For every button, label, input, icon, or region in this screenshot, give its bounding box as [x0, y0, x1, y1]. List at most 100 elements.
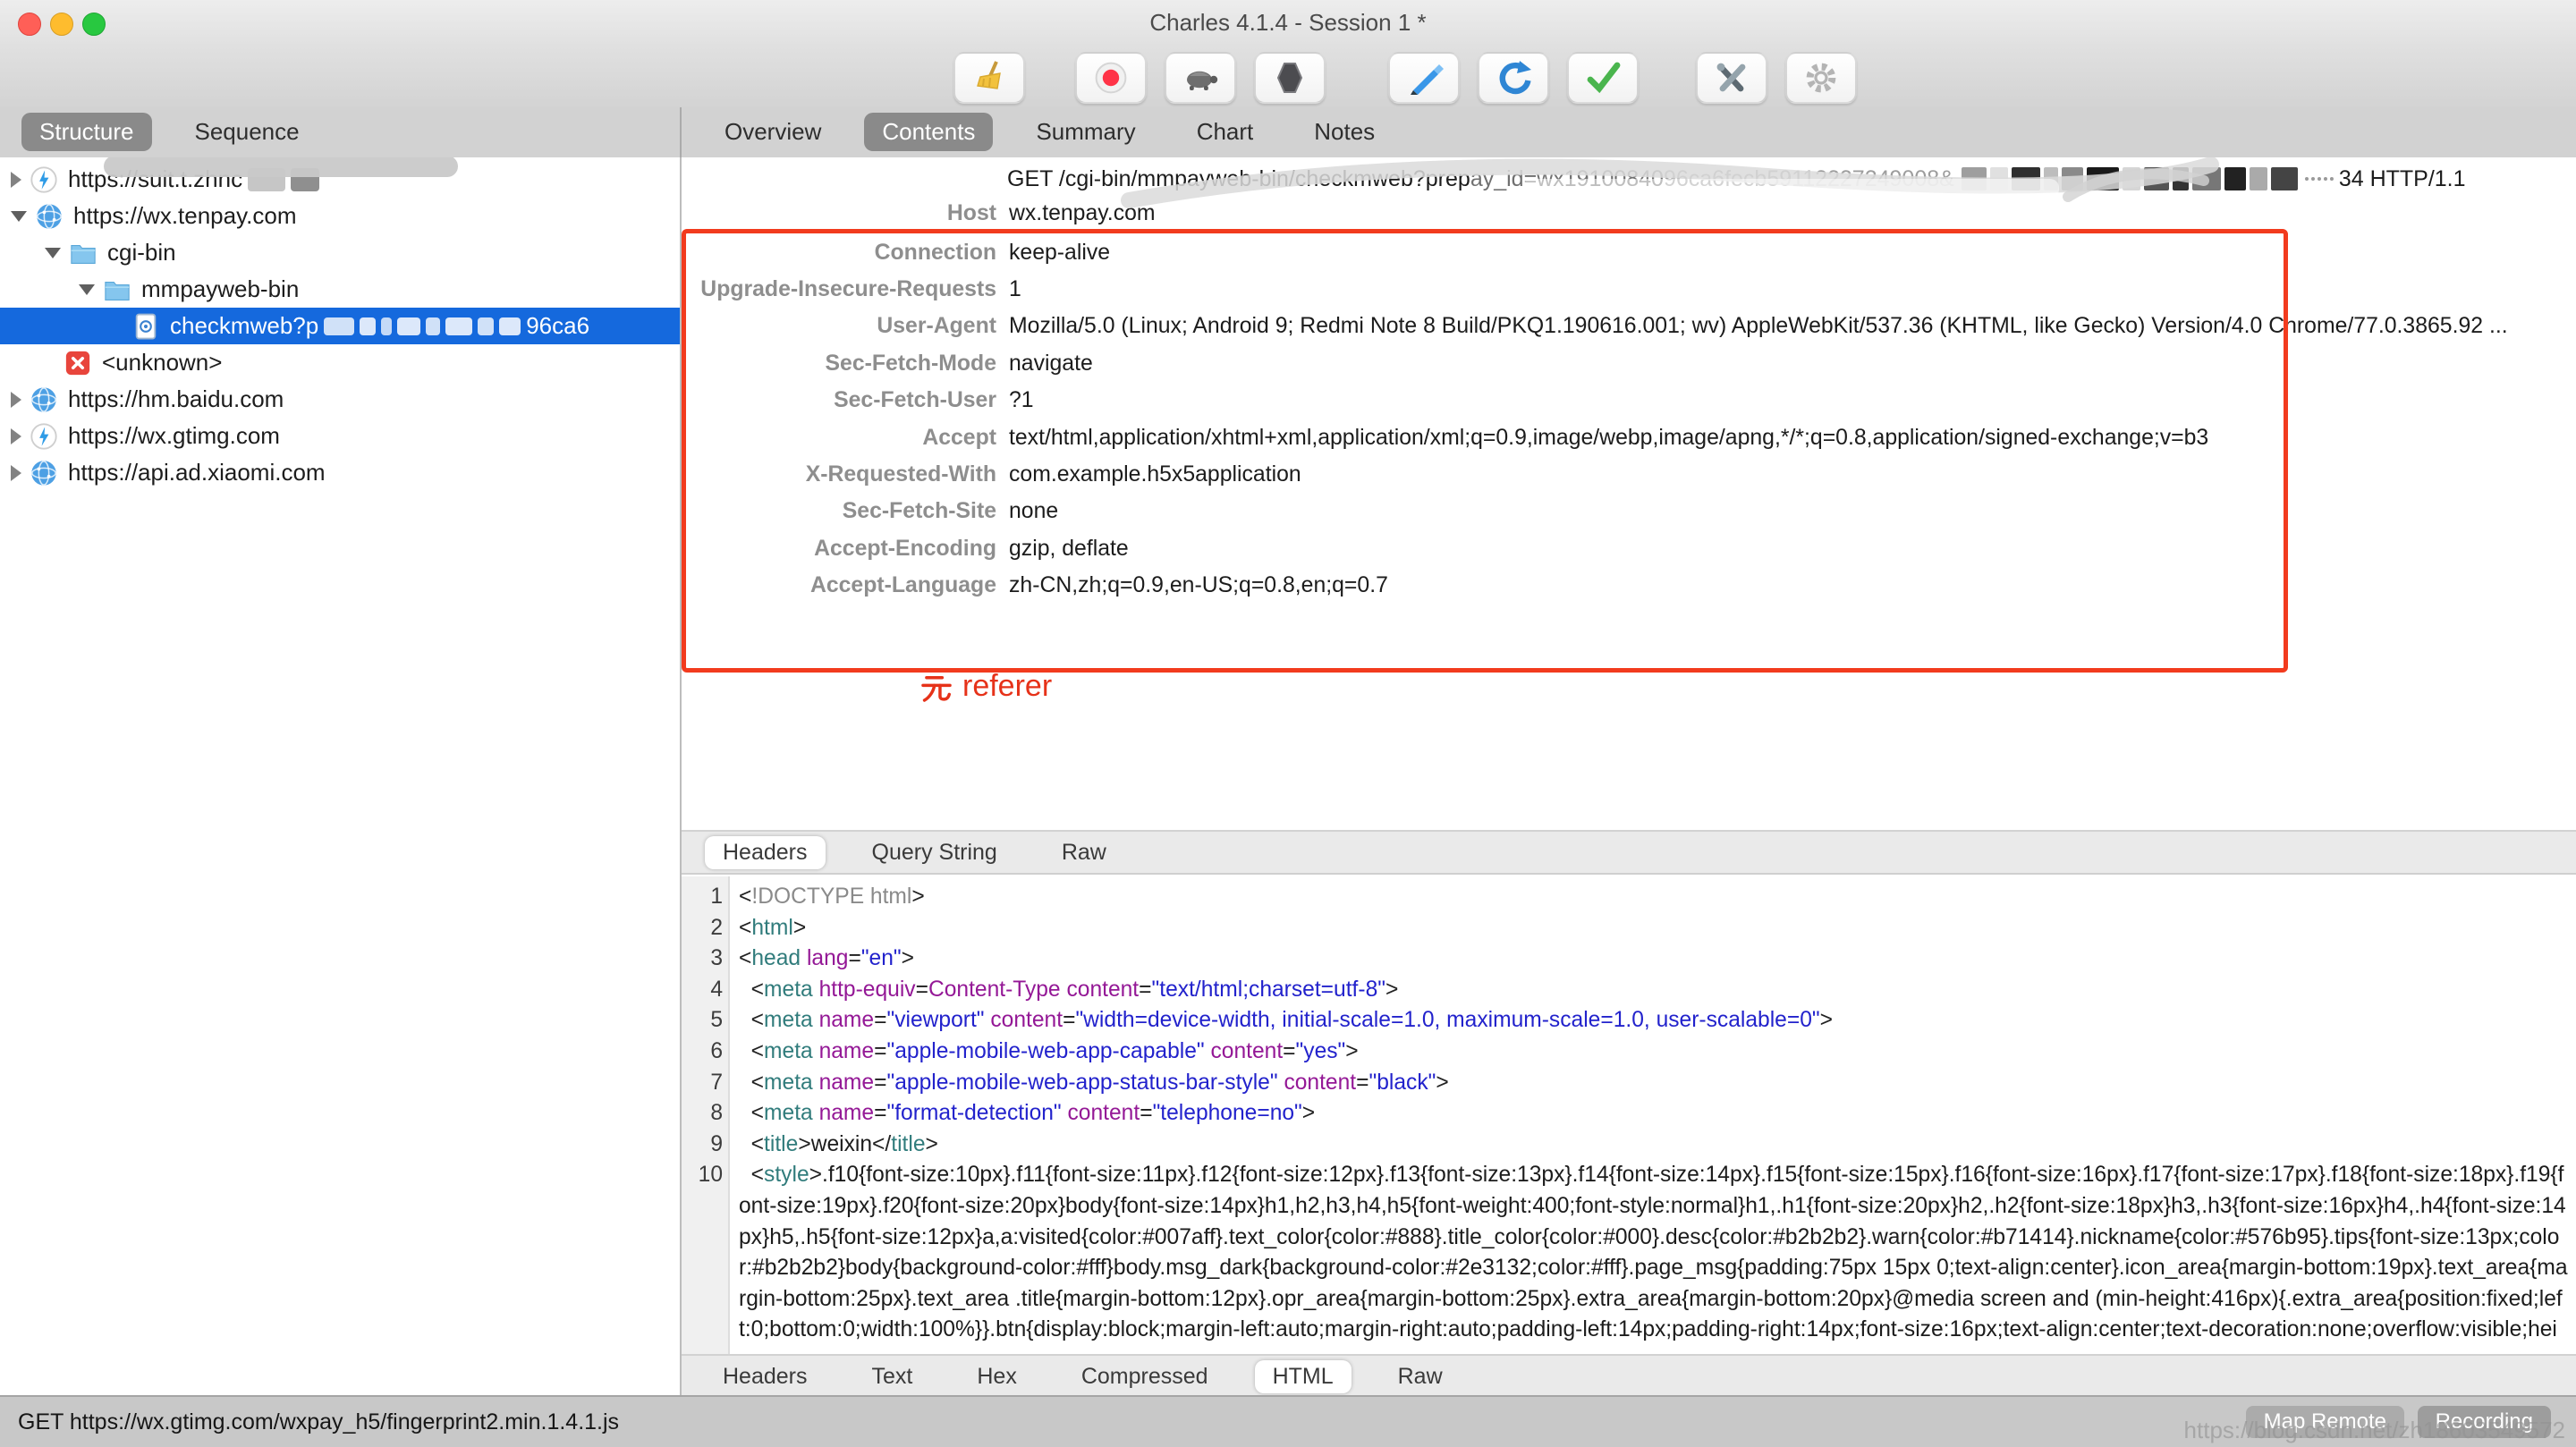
- tab-structure[interactable]: Structure: [21, 113, 152, 151]
- panel-divider: [680, 107, 682, 157]
- request-line: GET /cgi-bin/mmpayweb-bin/checkmweb?prep…: [1007, 163, 2466, 195]
- request-line-smudged: 96ca6fecb59112227249008&: [1663, 165, 1954, 191]
- request-line-tail: 34 HTTP/1.1: [2338, 165, 2466, 191]
- lightning-icon: [30, 422, 57, 450]
- document-icon: [135, 313, 157, 339]
- expand-arrow-icon[interactable]: [11, 427, 21, 444]
- host-value: wx.tenpay.com: [1009, 200, 1156, 225]
- checkmark-icon: [1587, 62, 1621, 94]
- response-tab-raw[interactable]: Raw: [1380, 1360, 1461, 1393]
- code-line-9: 9 <title>weixin</title>: [682, 1130, 2576, 1161]
- line-number: 5: [710, 1008, 723, 1033]
- response-tab-headers[interactable]: Headers: [705, 1360, 826, 1393]
- tree-item-label: https://wx.gtimg.com: [68, 422, 280, 449]
- line-number: 9: [710, 1131, 723, 1156]
- header-name: Accept-Language: [809, 573, 996, 598]
- request-tab-headers[interactable]: Headers: [705, 835, 826, 869]
- header-value: navigate: [1009, 351, 1093, 376]
- header-name: X-Requested-With: [805, 462, 996, 487]
- record-button[interactable]: [1075, 52, 1147, 104]
- collapse-arrow-icon[interactable]: [45, 247, 61, 258]
- turtle-icon: [1187, 71, 1218, 90]
- tree-item-label: checkmweb?p: [170, 312, 319, 339]
- error-x-icon: [65, 351, 90, 375]
- pen-icon: [1411, 64, 1444, 95]
- response-tab-hex[interactable]: Hex: [959, 1360, 1034, 1393]
- tree-item-checkmweb-p[interactable]: checkmweb?p 96ca6: [0, 308, 680, 344]
- header-name: Sec-Fetch-Site: [842, 499, 996, 524]
- hexagon-icon: [1276, 63, 1303, 93]
- tab-contents[interactable]: Contents: [864, 113, 994, 151]
- globe-icon: [37, 203, 62, 229]
- tree-item-unknown[interactable]: <unknown>: [0, 344, 680, 381]
- tree-item-mmpayweb-bin[interactable]: mmpayweb-bin: [0, 271, 680, 308]
- response-view-tabs: Headers Text Hex Compressed HTML Raw: [682, 1354, 2576, 1395]
- header-row-user-agent: User-Agent Mozilla/5.0 (Linux; Android 9;…: [682, 309, 2576, 345]
- code-line-2: 2 <html>: [682, 913, 2576, 944]
- tree-item-https-wx-gtimg-com[interactable]: https://wx.gtimg.com: [0, 418, 680, 454]
- line-number: 10: [698, 1163, 723, 1188]
- breakpoints-button[interactable]: [1254, 52, 1326, 104]
- tools-button[interactable]: [1696, 52, 1767, 104]
- content-tabs: Overview Contents Summary Chart Notes: [707, 113, 1393, 151]
- validate-button[interactable]: [1567, 52, 1639, 104]
- header-name: Accept-Encoding: [814, 536, 996, 561]
- request-line-faded: ay_id=wx19100840: [1470, 165, 1664, 191]
- request-method-path: GET /cgi-bin/mmpayweb-bin/checkmweb?prep: [1007, 165, 1470, 191]
- folder-icon: [71, 244, 96, 264]
- clear-session-button[interactable]: [953, 52, 1025, 104]
- expand-arrow-icon[interactable]: [11, 171, 21, 188]
- request-tab-query-string[interactable]: Query String: [854, 836, 1015, 869]
- expand-arrow-icon[interactable]: [11, 464, 21, 481]
- repeat-request-button[interactable]: [1478, 52, 1549, 104]
- header-row-accept: Accept text/html,application/xhtml+xml,ap…: [682, 419, 2576, 456]
- header-name: Upgrade-Insecure-Requests: [700, 277, 996, 302]
- header-row-sec-fetch-user: Sec-Fetch-User ?1: [682, 383, 2576, 419]
- collapse-arrow-icon[interactable]: [79, 283, 95, 295]
- tree-item-cgi-bin[interactable]: cgi-bin: [0, 234, 680, 271]
- gear-icon: [1806, 63, 1836, 93]
- globe-icon: [31, 460, 56, 486]
- title-bar: Charles 4.1.4 - Session 1 *: [0, 0, 2576, 47]
- tab-chart[interactable]: Chart: [1179, 113, 1272, 151]
- lightning-icon: [30, 165, 57, 193]
- tree-item-https-api-ad-xiaomi-com[interactable]: https://api.ad.xiaomi.com: [0, 454, 680, 491]
- record-icon: [1095, 62, 1127, 94]
- tools-icon: [1716, 63, 1746, 92]
- status-text: GET https://wx.gtimg.com/wxpay_h5/finger…: [18, 1409, 620, 1434]
- host-label: Host: [946, 200, 996, 225]
- header-value: ?1: [1009, 388, 1034, 413]
- tree-item-https-wx-tenpay-com[interactable]: https://wx.tenpay.com: [0, 198, 680, 234]
- code-line-1: 1 <!DOCTYPE html>: [682, 882, 2576, 913]
- tab-overview[interactable]: Overview: [707, 113, 839, 151]
- code-line-8: 8 <meta name="format-detection" content=…: [682, 1098, 2576, 1130]
- tree-item-https-hm-baidu-com[interactable]: https://hm.baidu.com: [0, 381, 680, 418]
- header-name: Accept: [922, 425, 996, 450]
- header-row-x-requested-with: X-Requested-With com.example.h5x5applicat…: [682, 456, 2576, 493]
- response-tab-html[interactable]: HTML: [1254, 1359, 1352, 1393]
- expand-arrow-icon[interactable]: [11, 391, 21, 408]
- status-bar: GET https://wx.gtimg.com/wxpay_h5/finger…: [0, 1395, 2576, 1447]
- sidebar-tabs: Structure Sequence: [21, 113, 318, 151]
- header-row-accept-encoding: Accept-Encoding gzip, deflate: [682, 530, 2576, 567]
- code-line-5: 5 <meta name="viewport" content="width=d…: [682, 1005, 2576, 1037]
- tab-sequence[interactable]: Sequence: [177, 113, 318, 151]
- settings-button[interactable]: [1785, 52, 1857, 104]
- header-row-sec-fetch-site: Sec-Fetch-Site none: [682, 494, 2576, 530]
- wu-character-glyph: [921, 675, 952, 702]
- main-toolbar: [0, 47, 2576, 107]
- compose-request-button[interactable]: [1388, 52, 1460, 104]
- header-value: zh-CN,zh;q=0.9,en-US;q=0.8,en;q=0.7: [1009, 573, 1388, 598]
- response-tab-compressed[interactable]: Compressed: [1063, 1360, 1226, 1393]
- collapse-arrow-icon[interactable]: [11, 210, 27, 222]
- tab-summary[interactable]: Summary: [1018, 113, 1153, 151]
- response-tab-text[interactable]: Text: [854, 1360, 931, 1393]
- request-tab-raw[interactable]: Raw: [1044, 836, 1124, 869]
- tree-item-https-suit-t-zhnc[interactable]: https://suit.t.zhnc: [0, 157, 680, 198]
- throttle-button[interactable]: [1165, 52, 1236, 104]
- header-value: keep-alive: [1009, 240, 1111, 265]
- tab-notes[interactable]: Notes: [1296, 113, 1393, 151]
- watermark-text: https://blog.csdn.net/zh18603549572: [2183, 1417, 2565, 1443]
- response-body-view: 1 <!DOCTYPE html> 2 <html> 3 <head lang="en">…: [682, 876, 2576, 1354]
- header-value: gzip, deflate: [1009, 536, 1129, 561]
